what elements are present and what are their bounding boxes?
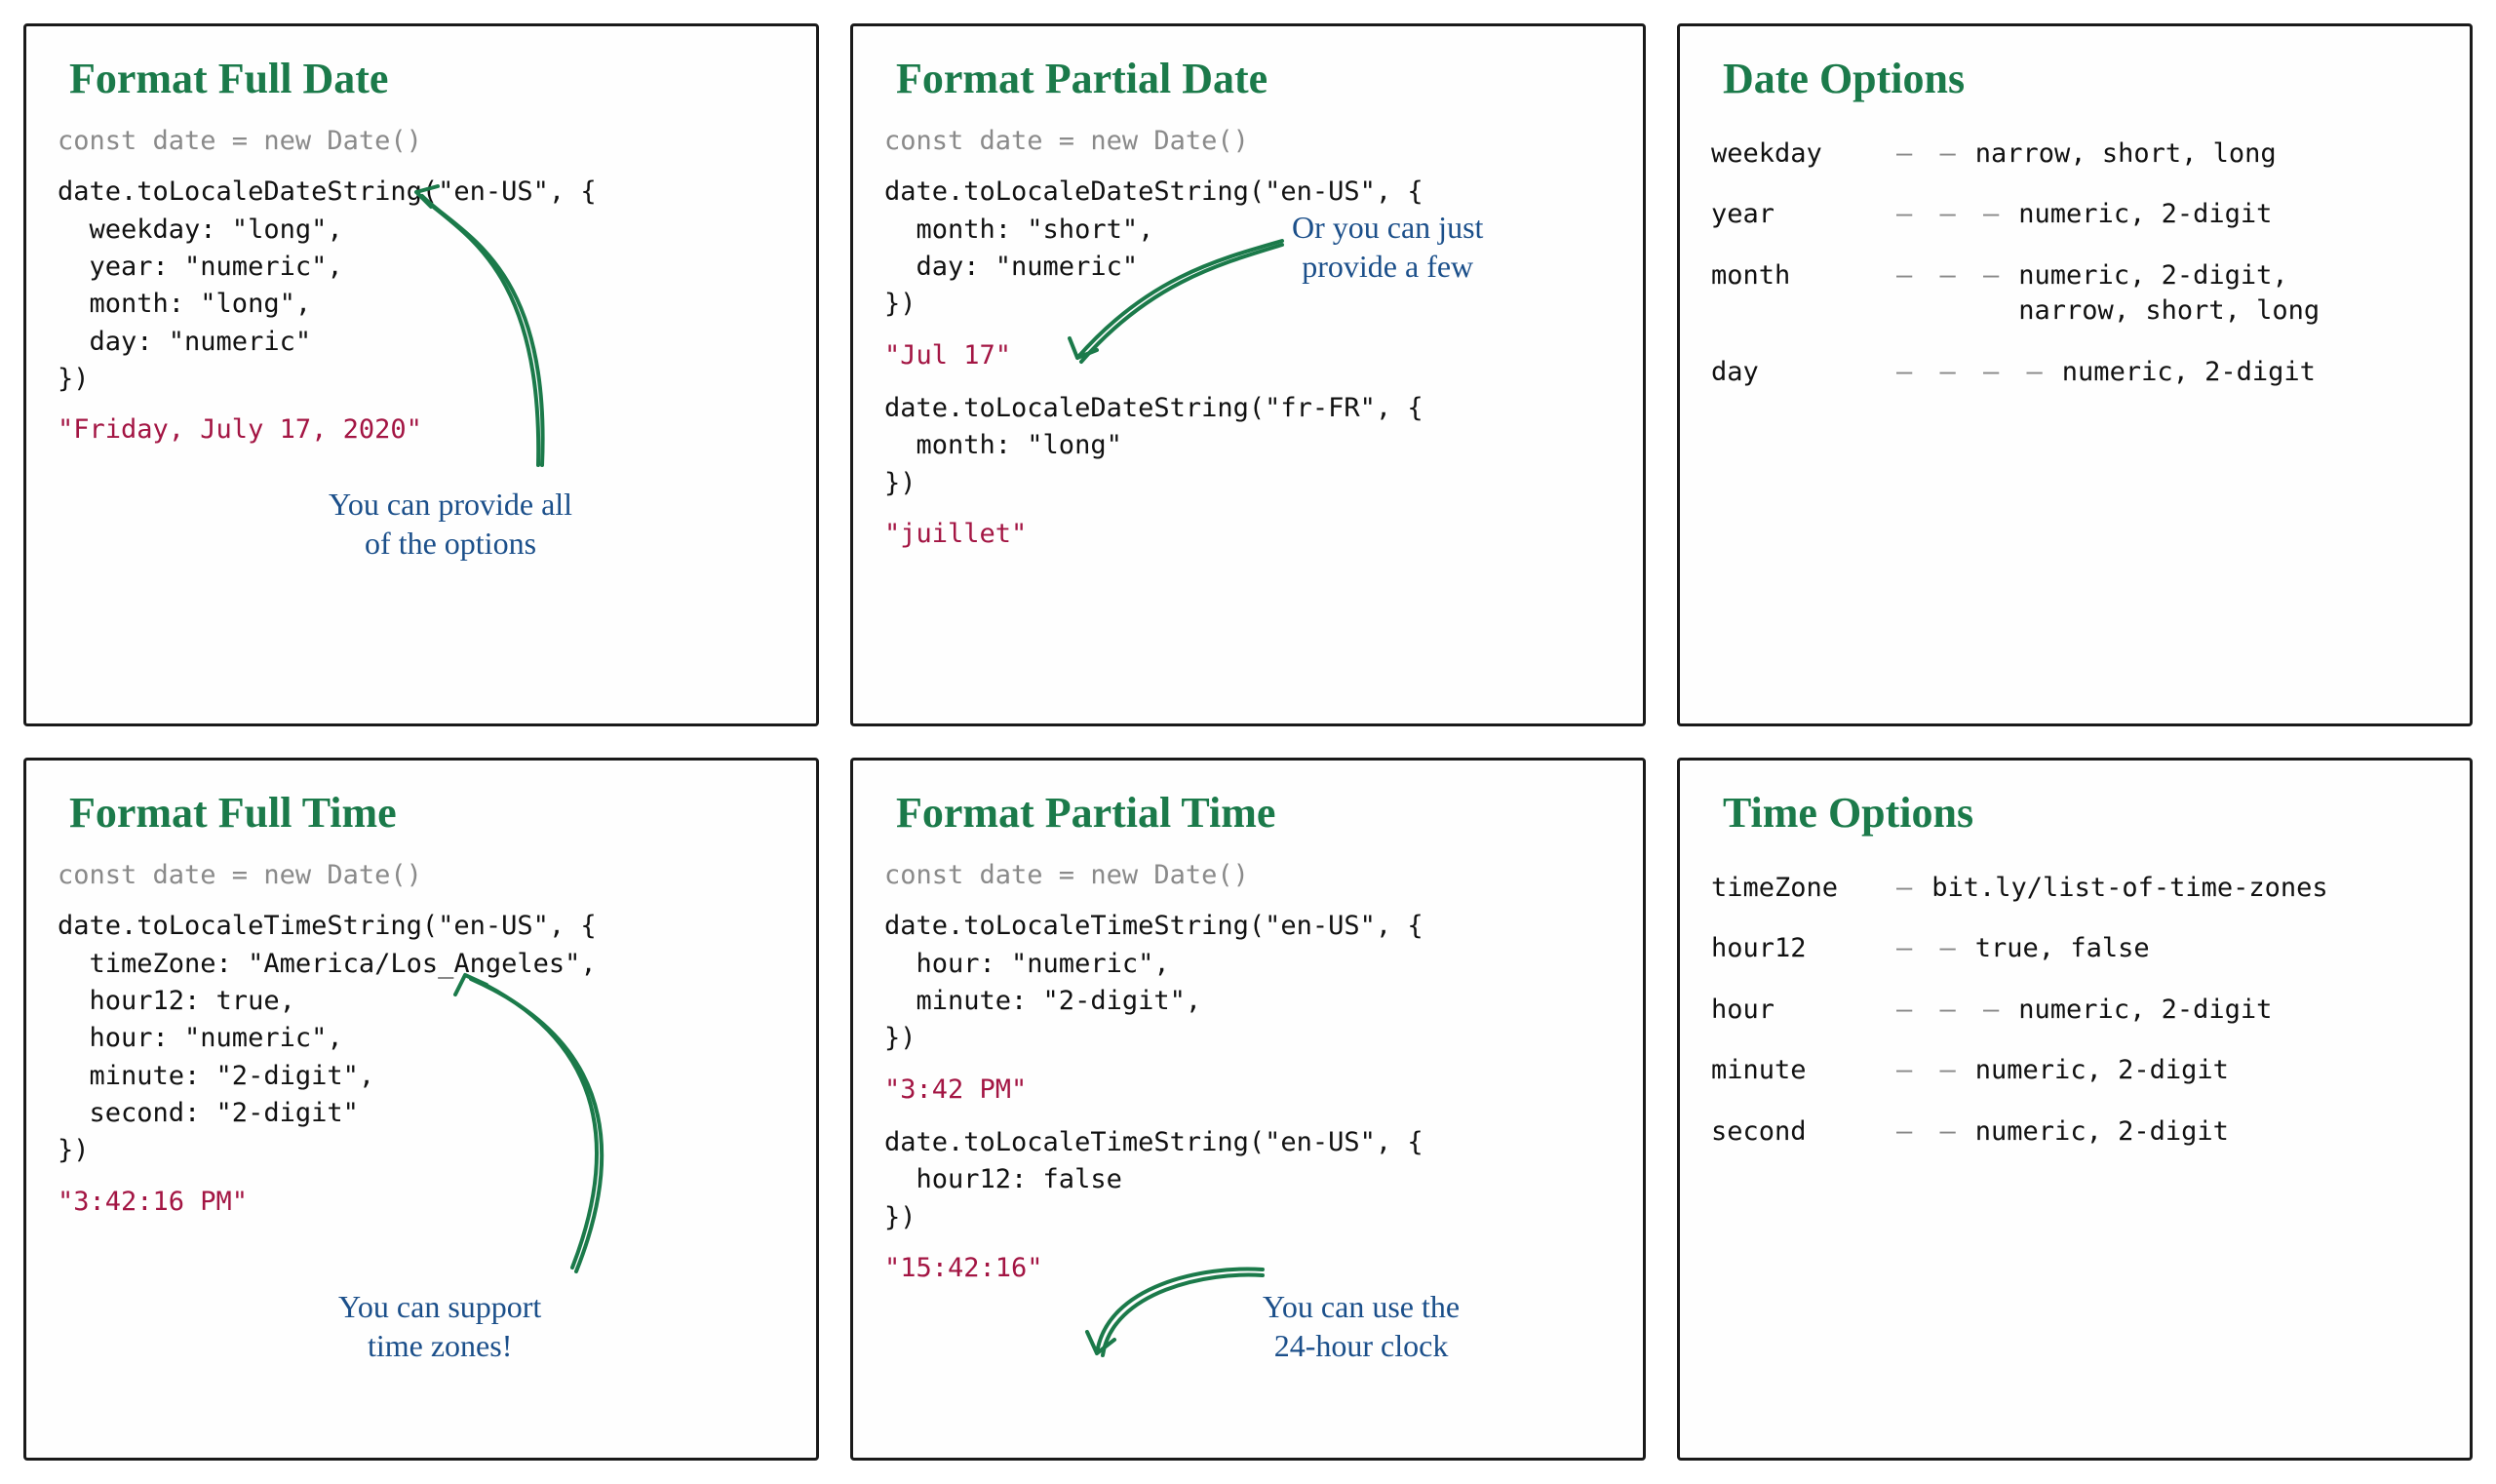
option-dashes: — — [1896, 1114, 1975, 1150]
option-key: hour [1711, 993, 1896, 1028]
card-title: Time Options [1723, 788, 2438, 838]
option-values: bit.ly/list-of-time-zones [1931, 871, 2327, 906]
card-format-full-date: Format Full Date const date = new Date()… [23, 23, 819, 726]
option-dashes: — — [1896, 1053, 1975, 1088]
option-row: day — — — — numeric, 2-digit [1711, 355, 2438, 390]
code-call: date.toLocaleTimeString("en-US", { timeZ… [58, 908, 785, 1169]
card-format-full-time: Format Full Time const date = new Date()… [23, 758, 819, 1461]
option-dashes: — — — [1896, 258, 2018, 330]
card-title: Date Options [1723, 54, 2438, 103]
card-date-options: Date Options weekday — — narrow, short, … [1677, 23, 2473, 726]
option-row: second — — numeric, 2-digit [1711, 1114, 2438, 1150]
cheatsheet-grid: Format Full Date const date = new Date()… [23, 23, 2473, 1461]
code-declaration: const date = new Date() [58, 857, 785, 894]
option-values: numeric, 2-digit [2018, 197, 2272, 232]
option-dashes: — [1896, 871, 1931, 906]
code-output: "3:42:16 PM" [58, 1184, 785, 1221]
option-dashes: — — [1896, 137, 1975, 172]
option-row: timeZone — bit.ly/list-of-time-zones [1711, 871, 2438, 906]
annotation: You can support time zones! [338, 1287, 541, 1365]
card-title: Format Partial Date [896, 54, 1612, 103]
option-row: weekday — — narrow, short, long [1711, 137, 2438, 172]
option-values: true, false [1975, 931, 2150, 966]
option-key: weekday [1711, 137, 1896, 172]
option-row: minute — — numeric, 2-digit [1711, 1053, 2438, 1088]
code-declaration: const date = new Date() [884, 123, 1612, 160]
option-key: year [1711, 197, 1896, 232]
option-key: day [1711, 355, 1896, 390]
arrow-icon [446, 956, 660, 1277]
card-format-partial-date: Format Partial Date const date = new Dat… [850, 23, 1646, 726]
code-call: date.toLocaleDateString("fr-FR", { month… [884, 390, 1612, 502]
card-time-options: Time Options timeZone — bit.ly/list-of-t… [1677, 758, 2473, 1461]
option-dashes: — — — [1896, 993, 2018, 1028]
card-title: Format Full Time [69, 788, 785, 838]
option-key: timeZone [1711, 871, 1896, 906]
arrow-icon [1058, 231, 1292, 377]
option-values: narrow, short, long [1975, 137, 2277, 172]
code-call: date.toLocaleTimeString("en-US", { hour:… [884, 908, 1612, 1057]
card-format-partial-time: Format Partial Time const date = new Dat… [850, 758, 1646, 1461]
option-row: hour — — — numeric, 2-digit [1711, 993, 2438, 1028]
card-title: Format Partial Time [896, 788, 1612, 838]
option-values: numeric, 2-digit [2018, 993, 2272, 1028]
option-key: month [1711, 258, 1896, 330]
option-key: hour12 [1711, 931, 1896, 966]
option-dashes: — — — [1896, 197, 2018, 232]
option-values: numeric, 2-digit [1975, 1114, 2229, 1150]
option-values: numeric, 2-digit [2062, 355, 2316, 390]
code-output: "3:42 PM" [884, 1072, 1612, 1109]
option-key: second [1711, 1114, 1896, 1150]
code-call: date.toLocaleTimeString("en-US", { hour1… [884, 1124, 1612, 1236]
option-values: numeric, 2-digit, narrow, short, long [2018, 258, 2320, 330]
option-row: year — — — numeric, 2-digit [1711, 197, 2438, 232]
option-values: numeric, 2-digit [1975, 1053, 2229, 1088]
code-declaration: const date = new Date() [884, 857, 1612, 894]
annotation: You can provide all of the options [329, 485, 572, 563]
option-row: month — — — numeric, 2-digit, narrow, sh… [1711, 258, 2438, 330]
option-key: minute [1711, 1053, 1896, 1088]
option-dashes: — — — — [1896, 355, 2062, 390]
annotation: Or you can just provide a few [1292, 208, 1483, 286]
option-row: hour12 — — true, false [1711, 931, 2438, 966]
code-declaration: const date = new Date() [58, 123, 785, 160]
annotation: You can use the 24-hour clock [1263, 1287, 1460, 1365]
card-title: Format Full Date [69, 54, 785, 103]
arrow-icon [397, 173, 592, 475]
code-output: "juillet" [884, 516, 1612, 553]
arrow-icon [1077, 1256, 1272, 1373]
option-dashes: — — [1896, 931, 1975, 966]
